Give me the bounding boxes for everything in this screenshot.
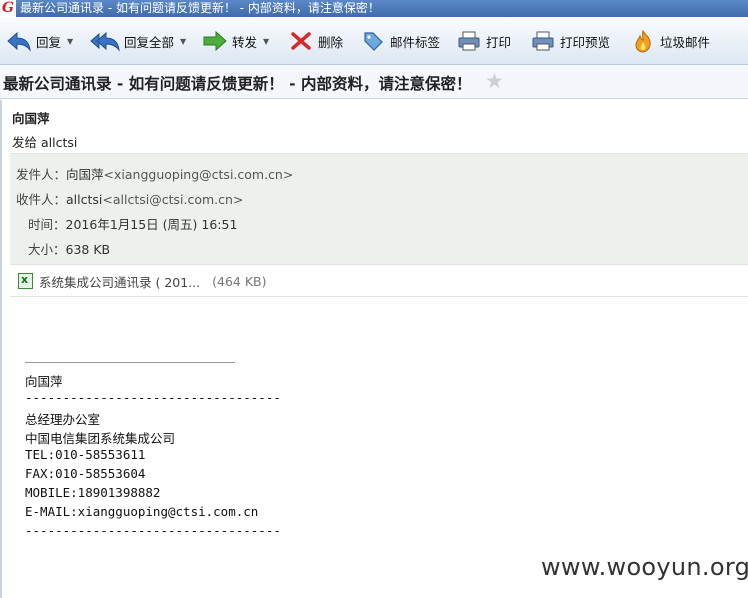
print-label: 打印 bbox=[486, 34, 512, 50]
size-label: 大小： bbox=[28, 242, 66, 257]
to-address[interactable]: <allctsi@ctsi.com.cn> bbox=[102, 192, 243, 207]
delete-x-icon bbox=[288, 29, 314, 53]
header-divider bbox=[10, 296, 748, 297]
tag-button[interactable]: 邮件标签 bbox=[360, 17, 440, 65]
watermark: www.wooyun.org bbox=[541, 553, 748, 581]
from-address[interactable]: <xiangguoping@ctsi.com.cn> bbox=[104, 167, 294, 182]
size-row: 大小：638 KB bbox=[28, 239, 110, 258]
signature-company: 中国电信集团系统集成公司 bbox=[25, 431, 176, 446]
from-label: 发件人： bbox=[16, 167, 67, 182]
reply-arrow-icon bbox=[6, 29, 32, 53]
time-label: 时间： bbox=[28, 217, 66, 232]
signature-dashes-bottom: ---------------------------------- bbox=[25, 523, 281, 538]
junk-label: 垃圾邮件 bbox=[660, 34, 711, 50]
app-logo-icon: G bbox=[0, 0, 16, 17]
forward-button[interactable]: 转发 ▼ bbox=[202, 17, 269, 65]
excel-file-icon bbox=[18, 273, 33, 289]
print-button[interactable]: 打印 bbox=[456, 17, 511, 65]
print-preview-label: 打印预览 bbox=[560, 34, 611, 50]
print-preview-icon bbox=[530, 29, 556, 53]
signature-fax: FAX:010-58553604 bbox=[25, 466, 146, 481]
signature-dept: 总经理办公室 bbox=[25, 412, 101, 427]
from-name[interactable]: 向国萍 bbox=[66, 167, 104, 182]
reply-all-arrow-icon bbox=[90, 29, 120, 53]
window-title-bar: G 最新公司通讯录 - 如有问题请反馈更新！ - 内部资料，请注意保密！ bbox=[0, 0, 748, 17]
signature-mobile: MOBILE:18901398882 bbox=[25, 485, 161, 500]
time-value: 2016年1月15日 (周五) 16:51 bbox=[65, 217, 238, 232]
reply-all-label: 回复全部 bbox=[124, 34, 175, 50]
email-subject: 最新公司通讯录 - 如有问题请反馈更新！ - 内部资料，请注意保密！ bbox=[3, 75, 472, 93]
message-pane: 向国萍 发给 allctsi 发件人：向国萍<xiangguoping@ctsi… bbox=[0, 100, 748, 598]
printer-icon bbox=[456, 29, 482, 53]
toolbar: 回复 ▼ 回复全部 ▼ 转发 ▼ 删除 邮件标签 打印 打印预览 垃圾邮件 bbox=[0, 17, 748, 65]
signature-dashes-top: ---------------------------------- bbox=[25, 390, 281, 405]
from-row: 发件人：向国萍<xiangguoping@ctsi.com.cn> bbox=[16, 164, 293, 183]
tag-label: 邮件标签 bbox=[390, 34, 441, 50]
message-header-details: 发件人：向国萍<xiangguoping@ctsi.com.cn> 收件人：al… bbox=[10, 153, 748, 265]
reply-dropdown-icon[interactable]: ▼ bbox=[67, 37, 73, 46]
print-preview-button[interactable]: 打印预览 bbox=[530, 17, 610, 65]
tag-icon bbox=[360, 29, 386, 53]
reply-label: 回复 bbox=[36, 34, 62, 50]
delete-label: 删除 bbox=[318, 34, 344, 50]
delete-button[interactable]: 删除 bbox=[288, 17, 343, 65]
subject-bar: 最新公司通讯录 - 如有问题请反馈更新！ - 内部资料，请注意保密！ ★ bbox=[0, 65, 748, 99]
to-name[interactable]: allctsi bbox=[66, 192, 102, 207]
signature-tel: TEL:010-58553611 bbox=[25, 447, 146, 462]
time-row: 时间：2016年1月15日 (周五) 16:51 bbox=[28, 214, 237, 233]
attachment-size: (464 KB) bbox=[212, 273, 267, 289]
attachment-item[interactable]: 系统集成公司通讯录 ( 201... (464 KB) bbox=[18, 271, 266, 291]
junk-fire-icon bbox=[630, 29, 656, 53]
signature-rule bbox=[25, 362, 235, 363]
attachment-name[interactable]: 系统集成公司通讯录 ( 201... bbox=[39, 272, 200, 291]
to-row: 收件人：allctsi<allctsi@ctsi.com.cn> bbox=[16, 189, 243, 208]
junk-button[interactable]: 垃圾邮件 bbox=[630, 17, 710, 65]
forward-label: 转发 bbox=[232, 34, 258, 50]
reply-button[interactable]: 回复 ▼ bbox=[6, 17, 73, 65]
sent-to: 发给 allctsi bbox=[12, 135, 78, 150]
reply-all-dropdown-icon[interactable]: ▼ bbox=[180, 37, 186, 46]
sender-name: 向国萍 bbox=[12, 111, 50, 126]
to-label: 收件人： bbox=[16, 192, 67, 207]
window-title: 最新公司通讯录 - 如有问题请反馈更新！ - 内部资料，请注意保密！ bbox=[20, 1, 380, 15]
forward-dropdown-icon[interactable]: ▼ bbox=[263, 37, 269, 46]
reply-all-button[interactable]: 回复全部 ▼ bbox=[90, 17, 186, 65]
signature-email[interactable]: E-MAIL:xiangguoping@ctsi.com.cn bbox=[25, 504, 258, 519]
signature-name: 向国萍 bbox=[25, 374, 63, 389]
star-icon[interactable]: ★ bbox=[485, 69, 504, 93]
forward-arrow-icon bbox=[202, 29, 228, 53]
size-value: 638 KB bbox=[65, 242, 111, 257]
